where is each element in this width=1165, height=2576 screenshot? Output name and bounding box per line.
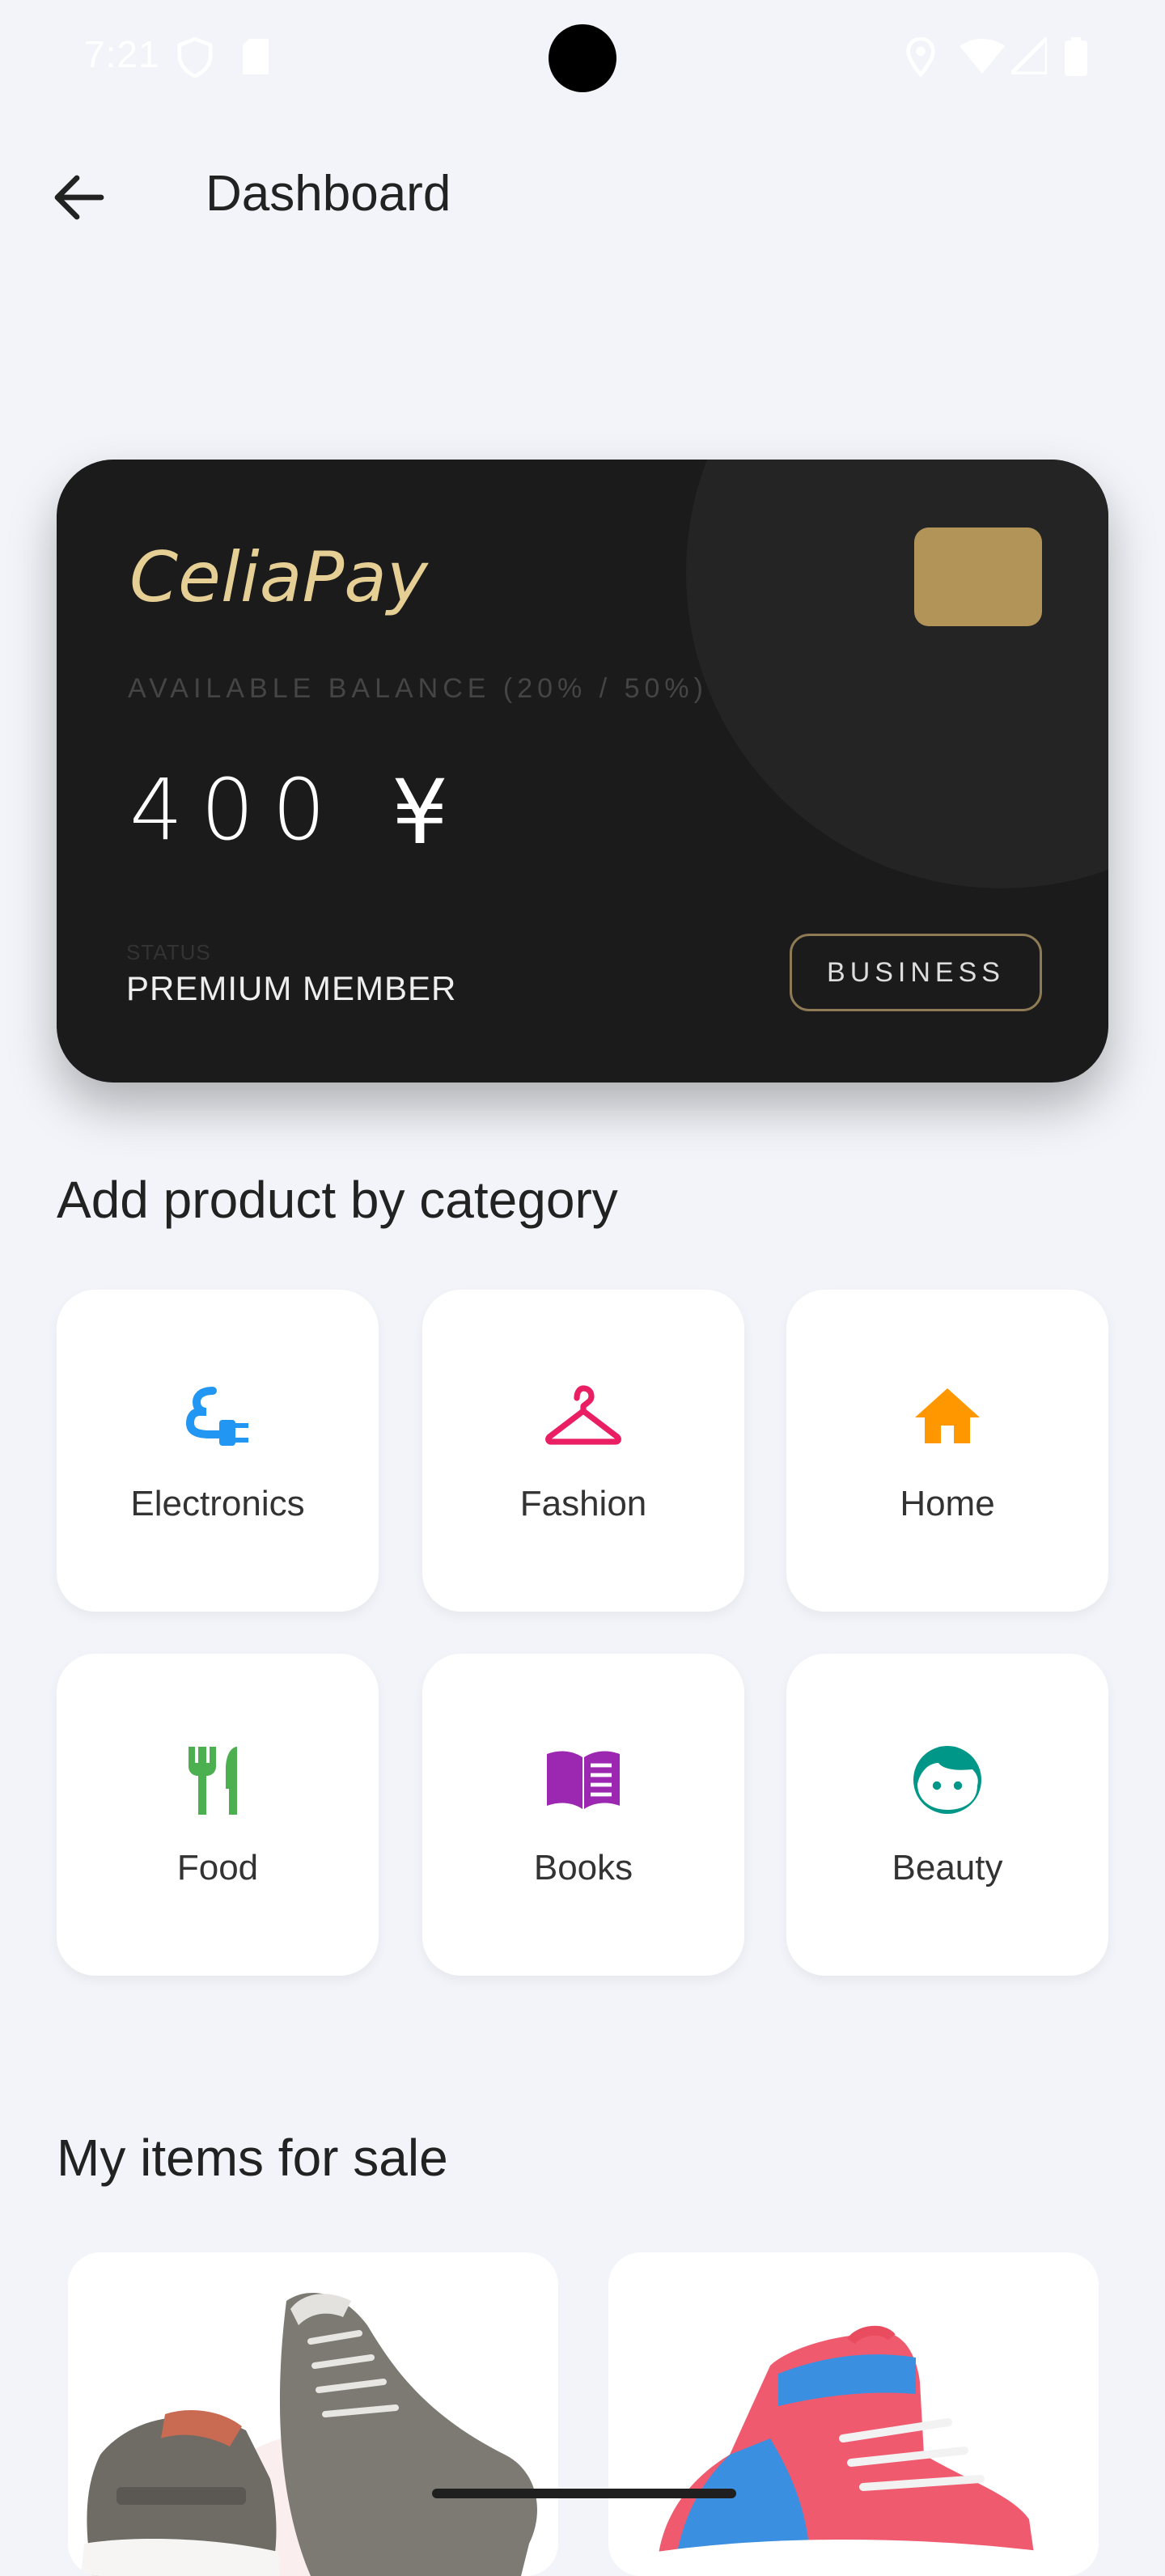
home-indicator[interactable] [432, 2489, 736, 2498]
card-brand-name: CeliaPay [129, 537, 428, 618]
hanger-icon [422, 1379, 744, 1453]
category-books[interactable]: Books [422, 1654, 744, 1976]
status-value: PREMIUM MEMBER [126, 969, 457, 1007]
category-label: Fashion [519, 1484, 647, 1523]
items-section-title: My items for sale [57, 2129, 448, 2187]
balance-card[interactable]: CeliaPay AVAILABLE BALANCE (20% / 50%) 4… [57, 460, 1108, 1083]
category-label: Home [900, 1484, 995, 1523]
status-label: STATUS [126, 940, 211, 964]
category-beauty[interactable]: Beauty [786, 1654, 1108, 1976]
category-label: Beauty [892, 1848, 1003, 1888]
arrow-back-icon [54, 175, 104, 224]
book-icon [422, 1743, 744, 1817]
restaurant-icon [57, 1743, 379, 1817]
app-bar: Dashboard [0, 146, 1165, 243]
page-title: Dashboard [205, 166, 451, 222]
category-home[interactable]: Home [786, 1290, 1108, 1612]
camera-cutout [549, 24, 616, 92]
signal-icon [1006, 33, 1049, 78]
grey-sneakers-image [68, 2293, 558, 2576]
category-label: Food [176, 1848, 259, 1888]
business-badge: BUSINESS [790, 934, 1042, 1011]
category-label: Electronics [130, 1484, 305, 1523]
shield-icon [176, 36, 214, 82]
blue-red-high-top-sneaker-image [608, 2325, 1099, 2576]
balance-amount: 400 [129, 761, 344, 859]
status-bar: 7:21 [0, 0, 1165, 113]
balance-currency: ¥ [392, 761, 448, 864]
card-chip [914, 527, 1042, 626]
status-time: 7:21 [84, 33, 160, 75]
power-plug-icon [57, 1379, 379, 1453]
wifi-icon [960, 37, 1005, 78]
battery-icon [1065, 37, 1087, 80]
face-icon [786, 1743, 1108, 1817]
sd-card-icon [239, 37, 272, 80]
category-electronics[interactable]: Electronics [57, 1290, 379, 1612]
category-food[interactable]: Food [57, 1654, 379, 1976]
category-section-title: Add product by category [57, 1171, 618, 1229]
back-button[interactable] [47, 167, 112, 231]
location-icon [904, 36, 937, 82]
card-decoration-circle [686, 460, 1108, 888]
home-icon [786, 1379, 1108, 1453]
item-card[interactable] [608, 2252, 1099, 2576]
category-fashion[interactable]: Fashion [422, 1290, 744, 1612]
item-card[interactable] [68, 2252, 558, 2576]
category-label: Books [533, 1848, 633, 1888]
balance-label: AVAILABLE BALANCE (20% / 50%) [128, 673, 708, 704]
